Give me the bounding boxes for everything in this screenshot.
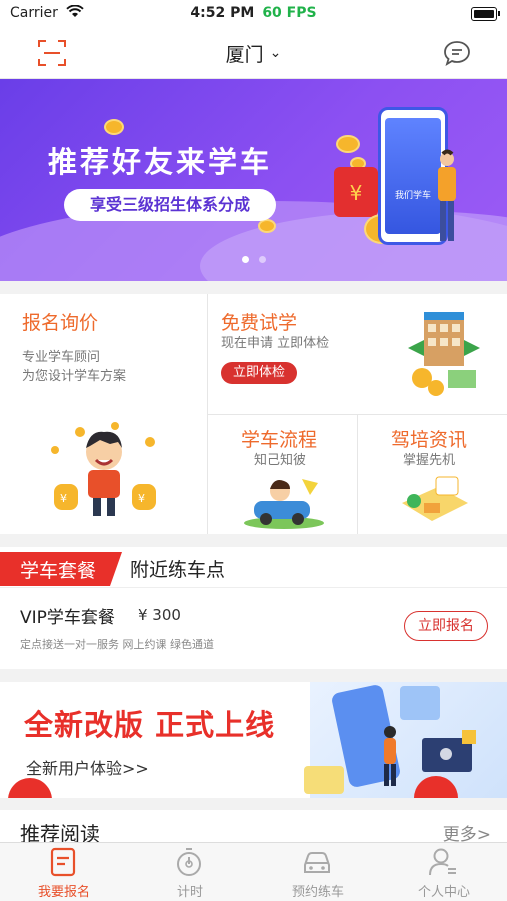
- promo-decoration: [8, 778, 52, 798]
- bank-building-illustration: [408, 312, 480, 396]
- signup-now-button[interactable]: 立即报名: [404, 611, 488, 641]
- packages-section: 学车套餐 附近练车点 VIP学车套餐 ¥ 300 定点接送一对一服务 网上约课 …: [0, 547, 507, 669]
- status-center: 4:52 PM 60 FPS: [0, 5, 507, 21]
- driving-news-sub: 掌握先机: [403, 453, 456, 468]
- recommended-title: 推荐阅读: [20, 822, 100, 842]
- svg-text:¥: ¥: [60, 492, 67, 505]
- free-trial-card[interactable]: 免费试学 现在申请 立即体检 立即体检: [208, 294, 507, 414]
- banner-headline: 推荐好友来学车: [48, 145, 273, 179]
- coin-decoration: [104, 119, 124, 135]
- redesign-promo-banner[interactable]: 全新改版 正式上线 全新用户体验>>: [0, 682, 507, 798]
- tabbar-item-timer[interactable]: 计时: [130, 843, 250, 901]
- physical-exam-button[interactable]: 立即体检: [221, 362, 297, 384]
- student-driver-illustration: [244, 479, 324, 529]
- tabbar-item-book-practice[interactable]: 预约练车: [258, 843, 378, 901]
- learning-process-title: 学车流程: [241, 429, 318, 451]
- learning-process-sub: 知己知彼: [254, 453, 307, 468]
- tabbar-label: 个人中心: [417, 885, 470, 900]
- tab-nearby-practice[interactable]: 附近练车点: [130, 555, 225, 582]
- package-price: ¥ 300: [138, 606, 181, 624]
- promo-banner[interactable]: 推荐好友来学车 享受三级招生体系分成 ¥ 我们学车: [0, 79, 507, 281]
- message-icon[interactable]: [443, 40, 471, 66]
- recommended-reading-header: 推荐阅读 更多>: [0, 810, 507, 842]
- tabbar-label: 我要报名: [37, 885, 90, 900]
- signup-inquiry-line-1: 专业学车顾问: [22, 350, 101, 365]
- status-bar: Carrier 4:52 PM 60 FPS: [0, 0, 507, 28]
- promo-illustration: [304, 685, 476, 798]
- coin-decoration: [336, 135, 360, 153]
- free-trial-sub: 现在申请 立即体检: [221, 336, 330, 351]
- tabbar-item-signup[interactable]: 我要报名: [4, 843, 124, 901]
- driving-news-card[interactable]: 驾培资讯 掌握先机: [358, 415, 507, 534]
- profile-icon: [429, 848, 456, 876]
- car-icon: [304, 852, 330, 873]
- learning-process-card[interactable]: 学车流程 知己知彼: [208, 415, 357, 534]
- clock: 4:52 PM: [190, 5, 255, 21]
- tab-bar: 我要报名 计时 预约练车 个人中心: [0, 842, 507, 901]
- battery-icon: [471, 7, 500, 21]
- tab-packages[interactable]: 学车套餐: [0, 552, 122, 586]
- signup-icon: [50, 847, 76, 877]
- signup-inquiry-card[interactable]: 报名询价 专业学车顾问 为您设计学车方案 ¥ ¥: [0, 294, 207, 534]
- nav-bar: 厦门 ⌄: [0, 28, 507, 79]
- promo-headline: 全新改版 正式上线: [24, 708, 276, 742]
- person-illustration: [438, 149, 456, 241]
- more-link[interactable]: 更多>: [443, 820, 491, 842]
- package-tabs: 学车套餐 附近练车点: [0, 547, 507, 588]
- advisor-illustration: ¥ ¥: [51, 422, 156, 516]
- pagination-dot[interactable]: [258, 256, 266, 263]
- driving-news-title: 驾培资讯: [391, 429, 468, 451]
- banner-tagline: 享受三级招生体系分成: [64, 189, 276, 221]
- pagination-dot-active[interactable]: [241, 256, 249, 263]
- tabbar-item-profile[interactable]: 个人中心: [384, 843, 504, 901]
- signup-inquiry-title: 报名询价: [22, 312, 99, 334]
- news-illustration: [402, 476, 468, 521]
- coin-decoration: [258, 219, 276, 233]
- tab-packages-label: 学车套餐: [20, 560, 97, 582]
- banner-pagination[interactable]: [0, 248, 507, 267]
- city-selector[interactable]: 厦门 ⌄: [0, 40, 507, 67]
- svg-text:¥: ¥: [138, 492, 145, 505]
- promo-link[interactable]: 全新用户体验>>: [26, 755, 149, 779]
- package-name: VIP学车套餐: [20, 608, 115, 628]
- chevron-down-icon: ⌄: [269, 45, 282, 61]
- service-grid: 报名询价 专业学车顾问 为您设计学车方案 ¥ ¥ 免费试学 现在申请 立即体检 …: [0, 294, 507, 534]
- fps-counter: 60 FPS: [262, 5, 317, 21]
- red-envelope-icon: ¥: [334, 167, 378, 217]
- tabbar-label: 计时: [176, 885, 203, 900]
- signup-inquiry-line-2: 为您设计学车方案: [22, 369, 127, 384]
- timer-icon: [177, 848, 201, 876]
- tabbar-label: 预约练车: [291, 885, 344, 900]
- city-label: 厦门: [225, 44, 264, 66]
- package-features: 定点接送一对一服务 网上约课 绿色通道: [20, 638, 214, 651]
- free-trial-title: 免费试学: [221, 312, 298, 334]
